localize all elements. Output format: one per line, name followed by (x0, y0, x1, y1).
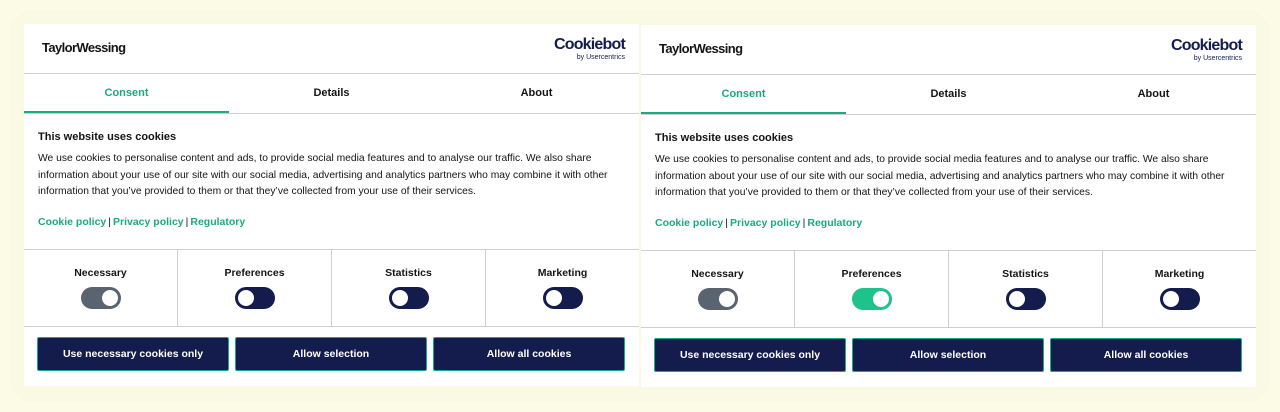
toggle-label-preferences: Preferences (841, 268, 902, 280)
consent-buttons: Use necessary cookies only Allow selecti… (24, 327, 639, 371)
tab-details[interactable]: Details (846, 75, 1051, 114)
toggle-group-marketing: Marketing (1103, 251, 1256, 327)
allow-selection-button[interactable]: Allow selection (235, 337, 427, 371)
tab-about[interactable]: About (1051, 75, 1256, 114)
toggle-knob (1008, 291, 1025, 307)
privacy-policy-link[interactable]: Privacy policy (730, 217, 801, 229)
allow-selection-button[interactable]: Allow selection (852, 338, 1044, 372)
link-separator: | (108, 215, 111, 228)
use-necessary-only-button[interactable]: Use necessary cookies only (654, 338, 846, 372)
intro-text: We use cookies to personalise content an… (655, 154, 1225, 198)
toggle-label-necessary: Necessary (691, 268, 744, 280)
tab-details[interactable]: Details (229, 74, 434, 113)
regulatory-link[interactable]: Regulatory (807, 217, 862, 229)
preferences-toggle[interactable] (234, 287, 275, 309)
tab-consent[interactable]: Consent (24, 74, 229, 113)
cookie-banner-before: TaylorWessing Cookiebot by Usercentrics … (24, 24, 639, 386)
toggle-knob (545, 290, 562, 306)
toggle-knob (872, 291, 889, 307)
toggle-group-necessary: Necessary (641, 251, 795, 327)
preferences-toggle[interactable] (851, 288, 892, 310)
marketing-toggle[interactable] (1159, 288, 1200, 310)
necessary-toggle (80, 287, 121, 309)
cookie-policy-link[interactable]: Cookie policy (655, 217, 723, 229)
banner-header: TaylorWessing Cookiebot by Usercentrics (641, 25, 1256, 75)
toggle-knob (1162, 291, 1179, 307)
cookie-banner-after: TaylorWessing Cookiebot by Usercentrics … (641, 25, 1256, 387)
taylorwessing-logo: TaylorWessing (42, 40, 126, 55)
toggle-label-statistics: Statistics (385, 267, 432, 279)
toggle-knob (718, 291, 735, 307)
banner-tabs: Consent Details About (641, 75, 1256, 115)
cookie-policy-link[interactable]: Cookie policy (38, 216, 106, 228)
allow-all-button[interactable]: Allow all cookies (1050, 338, 1242, 372)
cookiebot-logo-sub: by Usercentrics (1193, 55, 1242, 62)
toggle-group-preferences: Preferences (178, 250, 332, 326)
cookiebot-logo-sub: by Usercentrics (576, 54, 625, 61)
toggle-knob (101, 290, 118, 306)
consent-body: This website uses cookies We use cookies… (24, 114, 639, 249)
intro-title: This website uses cookies (655, 132, 794, 144)
consent-buttons: Use necessary cookies only Allow selecti… (641, 328, 1256, 372)
banner-tabs: Consent Details About (24, 74, 639, 114)
taylorwessing-logo: TaylorWessing (659, 41, 743, 56)
statistics-toggle[interactable] (1005, 288, 1046, 310)
cookiebot-logo-name: Cookiebot (553, 36, 626, 53)
cookiebot-logo: Cookiebot by Usercentrics (1170, 37, 1243, 63)
allow-all-button[interactable]: Allow all cookies (433, 337, 625, 371)
marketing-toggle[interactable] (542, 287, 583, 309)
intro-text: We use cookies to personalise content an… (38, 153, 608, 197)
link-separator: | (725, 216, 728, 229)
intro-title: This website uses cookies (38, 131, 177, 143)
toggle-group-marketing: Marketing (486, 250, 639, 326)
consent-body: This website uses cookies We use cookies… (641, 115, 1256, 250)
statistics-toggle[interactable] (388, 287, 429, 309)
necessary-toggle (697, 288, 738, 310)
toggle-group-statistics: Statistics (332, 250, 486, 326)
cookie-category-toggles: Necessary Preferences Statistics Marketi… (24, 249, 639, 327)
cookie-category-toggles: Necessary Preferences Statistics Marketi… (641, 250, 1256, 328)
policy-links: Cookie policy | Privacy policy | Regulatory (655, 217, 1242, 229)
privacy-policy-link[interactable]: Privacy policy (113, 216, 184, 228)
toggle-label-marketing: Marketing (537, 267, 588, 279)
toggle-knob (391, 290, 408, 306)
toggle-knob (237, 290, 254, 306)
policy-links: Cookie policy | Privacy policy | Regulatory (38, 216, 625, 228)
regulatory-link[interactable]: Regulatory (190, 216, 245, 228)
tab-about[interactable]: About (434, 74, 639, 113)
tab-consent[interactable]: Consent (641, 75, 846, 114)
cookiebot-logo-name: Cookiebot (1170, 37, 1243, 54)
toggle-group-necessary: Necessary (24, 250, 178, 326)
toggle-label-preferences: Preferences (224, 267, 285, 279)
use-necessary-only-button[interactable]: Use necessary cookies only (37, 337, 229, 371)
toggle-group-preferences: Preferences (795, 251, 949, 327)
cookiebot-logo: Cookiebot by Usercentrics (553, 36, 626, 62)
toggle-label-marketing: Marketing (1154, 268, 1205, 280)
toggle-group-statistics: Statistics (949, 251, 1103, 327)
toggle-label-statistics: Statistics (1002, 268, 1049, 280)
banner-header: TaylorWessing Cookiebot by Usercentrics (24, 24, 639, 74)
toggle-label-necessary: Necessary (74, 267, 127, 279)
